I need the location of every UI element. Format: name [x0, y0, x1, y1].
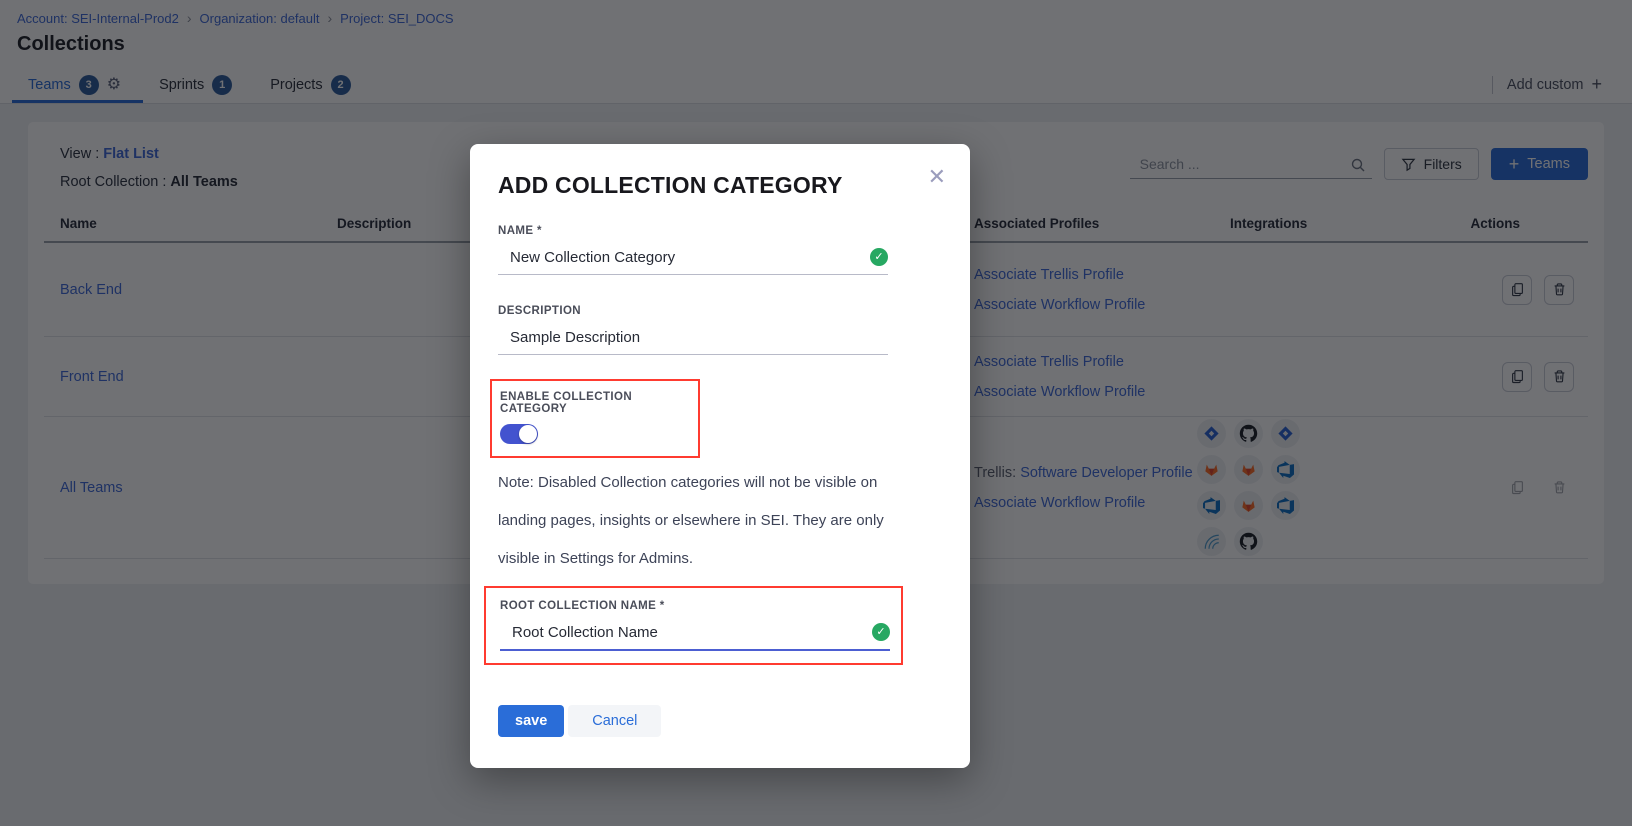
- enable-category-highlight-box: ENABLE COLLECTION CATEGORY: [490, 379, 700, 458]
- modal-title: ADD COLLECTION CATEGORY: [498, 172, 942, 199]
- name-input[interactable]: [498, 245, 870, 268]
- description-input[interactable]: [498, 325, 888, 348]
- enable-category-label: ENABLE COLLECTION CATEGORY: [500, 391, 684, 415]
- description-label: DESCRIPTION: [498, 305, 942, 317]
- cancel-button[interactable]: Cancel: [568, 705, 661, 737]
- collections-page: Account: SEI-Internal-Prod2 Organization…: [0, 0, 1632, 826]
- description-field: DESCRIPTION: [498, 305, 942, 355]
- add-collection-category-modal: ✕ ADD COLLECTION CATEGORY NAME * DESCRIP…: [470, 144, 970, 768]
- close-icon[interactable]: ✕: [928, 166, 946, 188]
- enable-category-toggle[interactable]: [500, 424, 538, 444]
- note-text: Note: Disabled Collection categories wil…: [498, 464, 894, 578]
- valid-check-icon: [872, 623, 890, 641]
- root-collection-name-input[interactable]: [500, 620, 872, 643]
- toggle-knob: [519, 425, 537, 443]
- name-label: NAME *: [498, 225, 942, 237]
- root-collection-highlight-box: ROOT COLLECTION NAME *: [484, 586, 903, 665]
- root-collection-name-label: ROOT COLLECTION NAME *: [500, 600, 887, 612]
- modal-buttons: save Cancel: [498, 705, 942, 737]
- save-button[interactable]: save: [498, 705, 564, 737]
- name-field: NAME *: [498, 225, 942, 275]
- valid-check-icon: [870, 248, 888, 266]
